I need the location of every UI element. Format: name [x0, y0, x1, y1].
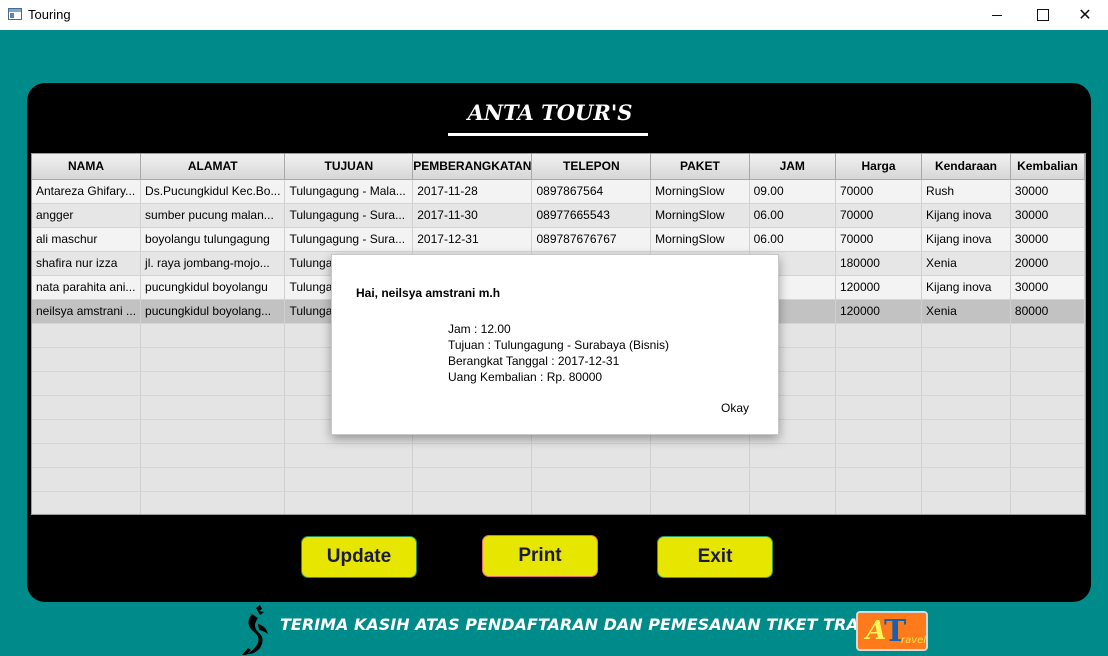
dialog-line-destination: Tujuan : Tulungagung - Surabaya (Bisnis) — [448, 338, 670, 352]
table-cell[interactable]: 180000 — [835, 251, 923, 276]
table-cell[interactable]: 120000 — [835, 299, 923, 324]
table-cell[interactable]: Xenia — [921, 299, 1011, 324]
table-cell[interactable]: 120000 — [835, 275, 923, 300]
table-cell[interactable]: Tulungagung - Sura... — [284, 227, 414, 252]
empty-table-row — [32, 491, 1085, 514]
table-cell[interactable]: 70000 — [835, 227, 923, 252]
column-header[interactable]: Kendaraan — [921, 154, 1011, 180]
footer-message: TERIMA KASIH ATAS PENDAFTARAN DAN PEMESA… — [280, 615, 892, 634]
table-cell[interactable]: 30000 — [1010, 275, 1085, 300]
message-dialog: Hai, neilsya amstrani m.h Jam : 12.00 Tu… — [331, 254, 779, 435]
table-cell[interactable]: pucungkidul boyolang... — [140, 299, 286, 324]
dialog-line-date: Berangkat Tanggal : 2017-12-31 — [448, 354, 620, 368]
table-cell[interactable]: nata parahita ani... — [32, 275, 142, 300]
table-cell[interactable]: Tulungagung - Mala... — [284, 179, 414, 204]
table-cell[interactable]: pucungkidul boyolangu — [140, 275, 286, 300]
close-icon[interactable]: ✕ — [1062, 0, 1108, 30]
table-cell[interactable]: MorningSlow — [650, 227, 750, 252]
column-header[interactable]: JAM — [749, 154, 836, 180]
table-cell[interactable]: 30000 — [1010, 203, 1085, 228]
table-cell[interactable]: angger — [32, 203, 142, 228]
window-title: Touring — [28, 7, 71, 22]
table-cell[interactable]: 80000 — [1010, 299, 1085, 324]
table-cell[interactable]: 30000 — [1010, 227, 1085, 252]
travel-logo: A T ravel — [856, 611, 928, 651]
column-header[interactable]: TELEPON — [531, 154, 652, 180]
table-cell[interactable]: Ds.Pucungkidul Kec.Bo... — [140, 179, 286, 204]
table-cell[interactable]: 09.00 — [749, 179, 836, 204]
column-header[interactable]: PEMBERANGKATAN — [412, 154, 533, 180]
table-row[interactable]: angger sumber pucung malan... Tulungagung … — [32, 203, 1085, 228]
okay-button[interactable]: Okay — [721, 401, 749, 415]
table-cell[interactable]: neilsya amstrani ... — [32, 299, 142, 324]
title-bar: Touring ✕ — [0, 0, 1108, 30]
table-cell[interactable]: Rush — [921, 179, 1011, 204]
empty-table-row — [32, 467, 1085, 492]
column-header[interactable]: ALAMAT — [140, 154, 286, 180]
table-row[interactable]: ali maschur boyolangu tulungagung Tulungag… — [32, 227, 1085, 252]
column-header[interactable]: NAMA — [32, 154, 142, 180]
table-cell[interactable]: 0897867564 — [531, 179, 652, 204]
table-cell[interactable]: 30000 — [1010, 179, 1085, 204]
print-button[interactable]: Print — [482, 535, 598, 577]
table-cell[interactable]: Kijang inova — [921, 275, 1011, 300]
table-cell[interactable]: 20000 — [1010, 251, 1085, 276]
app-icon — [8, 8, 22, 20]
column-header[interactable]: Harga — [835, 154, 923, 180]
exit-button[interactable]: Exit — [657, 536, 773, 578]
title-underline — [448, 133, 648, 136]
table-cell[interactable]: 70000 — [835, 179, 923, 204]
table-cell[interactable]: jl. raya jombang-mojo... — [140, 251, 286, 276]
dialog-line-change: Uang Kembalian : Rp. 80000 — [448, 370, 603, 384]
column-header[interactable]: Kembalian — [1010, 154, 1085, 180]
page-title: ANTA TOUR'S — [467, 100, 633, 125]
table-cell[interactable]: 06.00 — [749, 203, 836, 228]
table-cell[interactable]: Xenia — [921, 251, 1011, 276]
table-cell[interactable]: Tulungagung - Sura... — [284, 203, 414, 228]
table-cell[interactable]: 08977665543 — [531, 203, 652, 228]
maximize-icon[interactable] — [1020, 0, 1066, 30]
table-cell[interactable]: 70000 — [835, 203, 923, 228]
table-cell[interactable]: MorningSlow — [650, 203, 750, 228]
column-header[interactable]: PAKET — [650, 154, 750, 180]
table-cell[interactable]: boyolangu tulungagung — [140, 227, 286, 252]
table-cell[interactable]: Antareza Ghifary... — [32, 179, 142, 204]
minimize-icon[interactable] — [974, 0, 1020, 30]
mascot-icon — [242, 605, 268, 655]
table-cell[interactable]: MorningSlow — [650, 179, 750, 204]
table-cell[interactable]: shafira nur izza — [32, 251, 142, 276]
table-cell[interactable]: 06.00 — [749, 227, 836, 252]
table-cell[interactable]: Kijang inova — [921, 227, 1011, 252]
table-row[interactable]: Antareza Ghifary... Ds.Pucungkidul Kec.Bo… — [32, 179, 1085, 204]
table-cell[interactable]: 2017-12-31 — [412, 227, 533, 252]
table-cell[interactable]: 2017-11-30 — [412, 203, 533, 228]
column-header[interactable]: TUJUAN — [284, 154, 414, 180]
table-cell[interactable]: 2017-11-28 — [412, 179, 533, 204]
empty-table-row — [32, 443, 1085, 468]
table-cell[interactable]: sumber pucung malan... — [140, 203, 286, 228]
table-header-row: NAMA ALAMAT TUJUAN PEMBERANGKATAN TELEPON PAK… — [32, 154, 1085, 180]
table-cell[interactable]: ali maschur — [32, 227, 142, 252]
table-cell[interactable]: 089787676767 — [531, 227, 652, 252]
table-cell[interactable]: Kijang inova — [921, 203, 1011, 228]
dialog-line-time: Jam : 12.00 — [448, 322, 511, 336]
dialog-greeting: Hai, neilsya amstrani m.h — [356, 286, 501, 300]
update-button[interactable]: Update — [301, 536, 417, 578]
